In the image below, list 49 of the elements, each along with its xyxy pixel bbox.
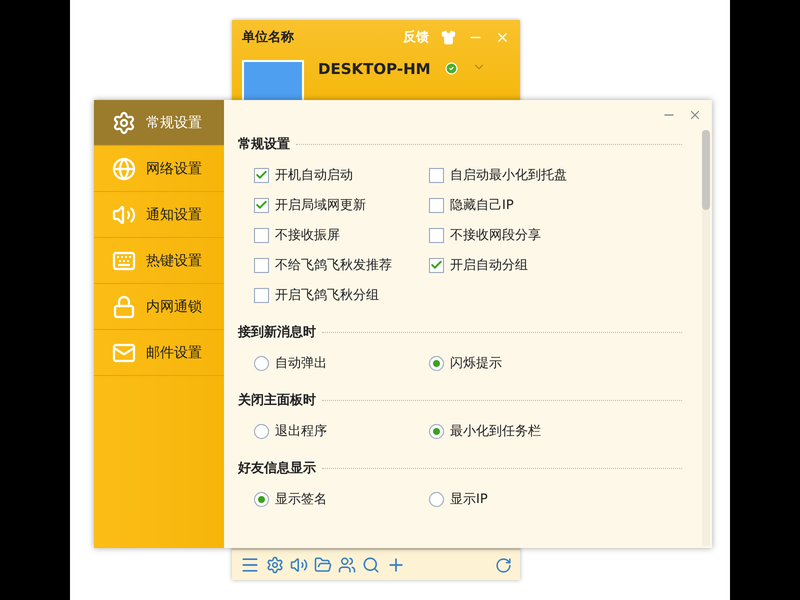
section-title: 好友信息显示	[238, 460, 316, 477]
radio-button[interactable]	[254, 424, 269, 438]
users-icon[interactable]	[338, 556, 356, 574]
section-title: 常规设置	[238, 136, 290, 153]
option-label: 开启飞鸽飞秋分组	[275, 287, 379, 304]
skin-icon[interactable]	[441, 30, 456, 44]
section-title: 关闭主面板时	[238, 392, 316, 409]
radio-button[interactable]	[254, 356, 269, 370]
option-label: 闪烁提示	[450, 355, 502, 372]
option-label: 显示IP	[450, 491, 488, 508]
option-label: 不给飞鸽飞秋发推荐	[275, 257, 392, 274]
radio-button[interactable]	[254, 492, 269, 506]
checkbox[interactable]	[254, 228, 269, 242]
option-label: 退出程序	[275, 423, 327, 440]
settings-icon[interactable]	[266, 556, 284, 574]
window-title: 单位名称	[242, 29, 295, 46]
refresh-icon[interactable]	[495, 556, 512, 574]
section-title: 接到新消息时	[238, 324, 316, 341]
option-label: 开启自动分组	[450, 257, 528, 274]
folder-icon[interactable]	[314, 556, 332, 574]
globe-icon	[112, 156, 136, 180]
checkbox[interactable]	[254, 168, 269, 182]
search-icon[interactable]	[362, 556, 380, 574]
checkbox[interactable]	[429, 168, 444, 182]
option-label: 自启动最小化到托盘	[450, 167, 567, 184]
gear-icon	[112, 110, 136, 134]
option-label: 开启局域网更新	[275, 197, 366, 214]
checkbox[interactable]	[429, 258, 444, 272]
checkbox[interactable]	[254, 288, 269, 302]
checkbox[interactable]	[254, 198, 269, 212]
option-label: 不接收网段分享	[450, 227, 541, 244]
radio-button[interactable]	[429, 356, 444, 370]
option-label: 隐藏自己IP	[450, 197, 514, 214]
user-name: DESKTOP-HM	[318, 60, 431, 78]
option-label: 开机自动启动	[275, 167, 353, 184]
sidebar-item[interactable]: 常规设置	[94, 100, 224, 146]
option-label: 自动弹出	[275, 355, 327, 372]
radio-button[interactable]	[429, 492, 444, 506]
checkbox[interactable]	[254, 258, 269, 272]
checkbox[interactable]	[429, 228, 444, 242]
scrollbar-thumb[interactable]	[702, 130, 710, 210]
option-label: 不接收振屏	[275, 227, 340, 244]
option-label: 最小化到任务栏	[450, 423, 541, 440]
lock-icon	[112, 294, 136, 318]
checkbox[interactable]	[429, 198, 444, 212]
radio-button[interactable]	[429, 424, 444, 438]
close-icon[interactable]	[688, 108, 702, 122]
option-label: 显示签名	[275, 491, 327, 508]
speaker-icon[interactable]	[290, 556, 308, 574]
